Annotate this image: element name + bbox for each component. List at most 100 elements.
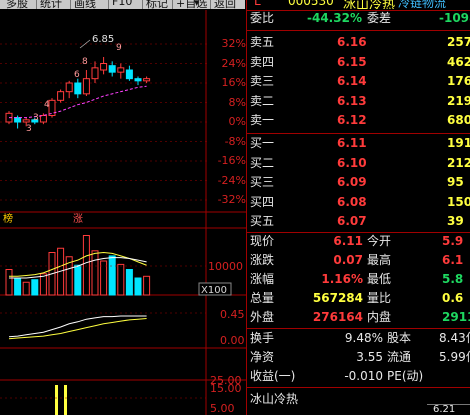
- bid-volume-2: 212: [447, 155, 470, 170]
- ratio-value: -44.32%: [307, 11, 362, 25]
- quote-label: 流通: [387, 350, 412, 364]
- candle: [39, 115, 47, 123]
- diff-label: 委差: [367, 11, 392, 25]
- bid-label-2: 买二: [250, 155, 275, 170]
- diff-value: -1098: [439, 11, 470, 25]
- indicator-scale-top: 0.45: [220, 308, 245, 321]
- volume-bar: [125, 269, 133, 296]
- quote-label: 总量: [250, 291, 275, 305]
- volume-scale: 10000: [208, 260, 243, 273]
- volume-bar: [108, 255, 116, 296]
- ask-price-5: 6.16: [337, 35, 367, 49]
- candle: [82, 78, 90, 95]
- quote-label: PE(动): [387, 369, 424, 383]
- bid-price-1: 6.11: [337, 136, 367, 150]
- pct-axis-label: -16%: [217, 154, 246, 167]
- candle-annotation: 6: [74, 70, 80, 80]
- row-separator: [247, 328, 470, 329]
- bid-price-4: 6.08: [337, 194, 367, 209]
- quote-value: 6.1: [442, 253, 464, 267]
- volume-bar: [5, 269, 13, 296]
- volume-bar: [22, 281, 30, 296]
- ratio-label: 委比: [250, 11, 275, 25]
- bid-label-1: 买一: [250, 136, 275, 150]
- pct-axis-label: -24%: [217, 173, 246, 187]
- tag-zhang: 涨: [73, 213, 83, 225]
- quote-value: 29112: [442, 310, 470, 324]
- bid-price-5: 6.07: [337, 214, 367, 229]
- indicator-scale-zero: 0.00: [220, 334, 245, 347]
- ask-price-3: 6.14: [337, 74, 367, 89]
- candle-annotation: 8: [82, 57, 88, 67]
- candle-annotation: 4: [44, 100, 50, 110]
- quote-label: 今开: [367, 234, 392, 248]
- bottom-bar: [64, 385, 67, 415]
- quote-panel: 委比 -44.32% 委差 -1098 卖五 6.16 257 卖四 6.15 462 卖三 6.14…: [247, 0, 470, 415]
- bottom-scale: 5.00: [210, 402, 235, 415]
- volume-bar: [143, 275, 151, 296]
- candle: [143, 78, 151, 82]
- candle: [74, 82, 82, 95]
- bid-label-5: 买五: [250, 214, 275, 229]
- pct-axis-label: 32%: [221, 37, 246, 50]
- quote-label: 收益(一): [250, 369, 296, 383]
- candle-annotation: 3: [33, 113, 39, 123]
- candle: [117, 67, 125, 73]
- quote-value: 5.8: [442, 272, 464, 286]
- bid-label-4: 买四: [250, 194, 275, 209]
- quote-value: 276164: [312, 310, 363, 324]
- pct-axis-label: -8%: [224, 134, 246, 148]
- pct-axis-label: -32%: [217, 193, 246, 206]
- footer-divider: [427, 404, 470, 405]
- bid-volume-1: 191: [447, 136, 470, 150]
- quote-value: 8.43亿: [439, 331, 470, 345]
- quote-label: 涨幅: [250, 272, 275, 286]
- pct-axis-label: 24%: [221, 56, 246, 70]
- ask-price-1: 6.12: [337, 113, 367, 128]
- volume-unit: X100: [201, 285, 227, 296]
- candle: [108, 65, 116, 73]
- candle: [57, 91, 65, 101]
- quote-label: 量比: [367, 291, 392, 305]
- volume-bar: [14, 277, 22, 296]
- bid-volume-4: 150: [447, 194, 470, 209]
- quote-label: 股本: [387, 331, 412, 345]
- quote-value: 0.6: [442, 291, 464, 305]
- quote-label: 内盘: [367, 310, 392, 324]
- bottom-scale: 15.00: [210, 382, 242, 395]
- candle-annotation: 3: [26, 124, 32, 134]
- quote-value: 9.48%: [344, 331, 383, 345]
- row-separator: [247, 30, 470, 31]
- quote-value: 6.11: [333, 234, 363, 248]
- volume-bar: [91, 250, 99, 296]
- quote-value: 1.16%: [321, 272, 363, 286]
- bid-price-2: 6.10: [337, 155, 367, 170]
- quote-label: 最高: [367, 253, 392, 267]
- bid-price-3: 6.09: [337, 175, 367, 190]
- volume-bar: [117, 263, 125, 296]
- ask-price-4: 6.15: [337, 54, 367, 69]
- quote-label: 外盘: [250, 310, 275, 324]
- candle: [91, 67, 99, 80]
- volume-bar: [74, 264, 82, 296]
- ask-price-2: 6.13: [337, 93, 367, 108]
- ask-label-2: 卖二: [250, 93, 275, 108]
- candle: [65, 82, 73, 93]
- ask-label-4: 卖四: [250, 54, 275, 69]
- tag-bang: 榜: [3, 212, 13, 225]
- bid-volume-3: 95: [447, 175, 464, 190]
- quote-label: 现价: [250, 234, 275, 248]
- ask-label-1: 卖一: [250, 113, 275, 128]
- bid-volume-5: 39: [447, 214, 464, 229]
- quote-value: 567284: [312, 291, 363, 305]
- quote-label: 最低: [367, 272, 392, 286]
- candle-annotation: 9: [116, 43, 122, 53]
- quote-value: 5.9: [442, 234, 464, 248]
- row-separator: [247, 387, 470, 388]
- footer-price: 6.21: [433, 404, 456, 415]
- candle: [14, 117, 22, 123]
- footer-stock-name: 冰山冷热: [250, 392, 299, 406]
- quote-value: 0.07: [333, 253, 363, 267]
- ask-volume-2: 219: [447, 93, 470, 108]
- volume-bar: [31, 279, 39, 296]
